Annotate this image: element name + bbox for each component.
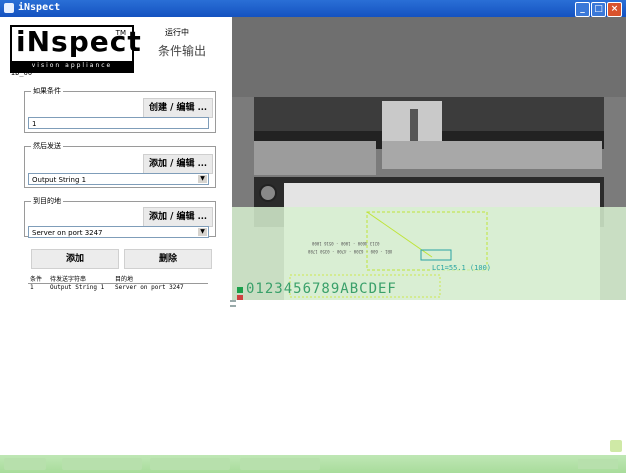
tray-popup[interactable] [610,440,622,452]
maximize-button[interactable]: □ [591,2,606,17]
table-header: 条件 待发送字符串 目的地 [28,274,208,284]
taskbar-item[interactable] [62,458,142,470]
column-header-string[interactable]: 待发送字符串 [50,274,86,283]
chevron-down-icon[interactable]: ▼ [198,228,207,236]
inspect-logo: iNspect TM vision appliance [10,25,141,73]
camera-image [232,17,626,300]
barcode-readout: 0123456789ABCDEF [246,281,397,297]
system-tray[interactable] [578,459,618,469]
close-button[interactable]: × [607,2,622,17]
then-send-legend: 然后发送 [31,141,63,151]
output-string-value: Output String 1 [32,176,87,184]
column-header-condition[interactable]: 条件 [30,274,42,283]
destination-legend: 到目的地 [31,196,63,206]
column-header-destination[interactable]: 目的地 [115,274,133,283]
small-text-line-1: 0213 4600 - 1000 - 0516 1000 [312,241,380,246]
destination-value: Server on port 3247 [32,229,103,237]
row-destination: Server on port 3247 [115,284,184,291]
add-edit-string-button[interactable]: 添加 / 编辑 ... [143,154,213,174]
measure-label: LC1=55.1 (100) [432,264,492,272]
table-row[interactable]: 1 Output String 1 Server on port 3247 [28,284,208,293]
taskbar-item[interactable] [240,458,320,470]
splitter-handle[interactable] [230,300,236,302]
condition-field[interactable]: 1 [28,117,209,129]
logo-trademark: TM [115,29,126,37]
row-string: Output String 1 [50,284,105,291]
output-rules-table: 条件 待发送字符串 目的地 1 Output String 1 Server o… [28,274,208,293]
camera-image-panel[interactable]: 0213 4600 - 1000 - 0516 1000 UB1 - 600 -… [232,17,626,300]
row-condition: 1 [30,284,34,291]
green-marker [237,287,243,293]
taskbar-item[interactable] [150,458,230,470]
title-bar: iNspect _ □ × [0,0,626,17]
small-text-line-2: UB1 - 600 - 6200 - 4700 - 0350 1780 [308,249,393,254]
if-condition-legend: 如果条件 [31,86,63,96]
app-icon [4,3,14,13]
config-pane: iNspect TM vision appliance 运行中 条件输出 ID_… [0,17,232,300]
job-identifier: ID_00 [11,69,33,77]
chevron-down-icon[interactable]: ▼ [198,175,207,183]
mode-title: 条件输出 [158,44,207,58]
splitter-handle-line [230,305,236,307]
create-edit-condition-button[interactable]: 创建 / 编辑 ... [143,98,213,118]
delete-button[interactable]: 删除 [124,249,212,269]
taskbar [0,455,626,473]
window-title: iNspect [18,2,61,13]
start-button[interactable] [4,458,46,470]
destination-select[interactable]: Server on port 3247 ▼ [28,226,209,238]
lower-area [0,300,626,455]
minimize-button[interactable]: _ [575,2,590,17]
add-button[interactable]: 添加 [31,249,119,269]
output-string-select[interactable]: Output String 1 ▼ [28,173,209,185]
add-edit-destination-button[interactable]: 添加 / 编辑 ... [143,207,213,227]
run-status: 运行中 [165,28,189,37]
